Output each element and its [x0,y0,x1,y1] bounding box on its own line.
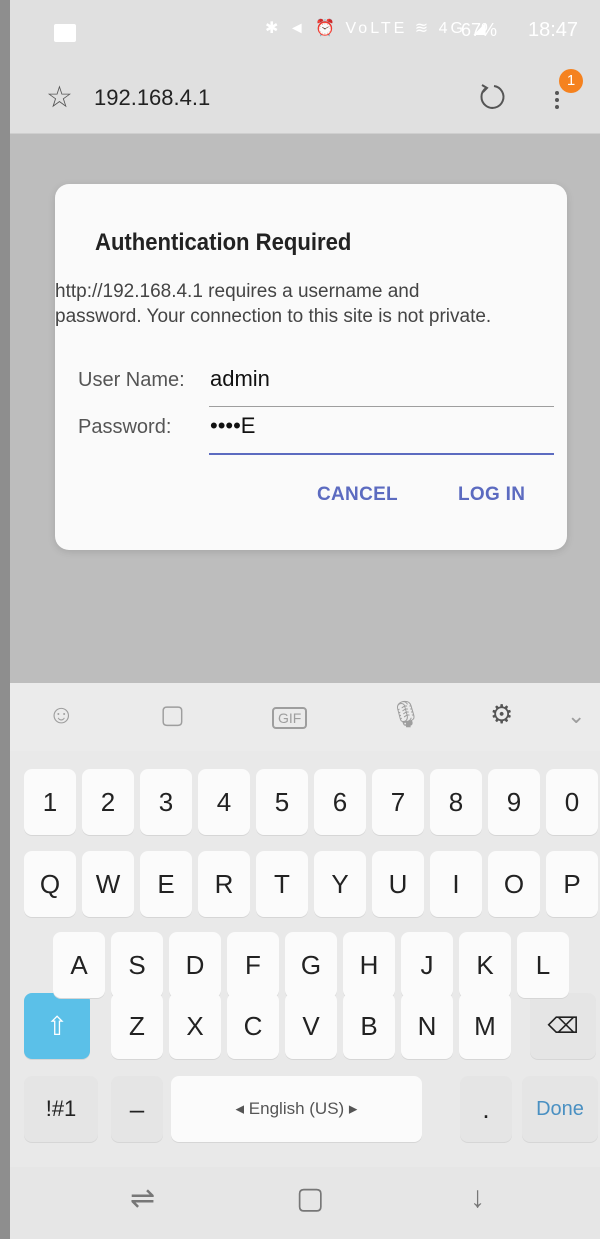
microphone-icon[interactable]: 🎙 [389,699,422,730]
login-button[interactable]: LOG IN [458,484,525,506]
key-6[interactable]: 6 [314,769,366,835]
auth-dialog: Authentication Required http://192.168.4… [55,184,567,550]
password-input[interactable]: ••••E [210,413,255,439]
username-underline [209,406,554,407]
key-e[interactable]: E [140,851,192,917]
address-bar[interactable]: ☆ 192.168.4.1 1 [10,68,600,132]
key-z[interactable]: Z [111,993,163,1059]
key-v[interactable]: V [285,993,337,1059]
username-label: User Name: [78,369,185,391]
period-key[interactable]: . [460,1076,512,1142]
key-i[interactable]: I [430,851,482,917]
key-r[interactable]: R [198,851,250,917]
collapse-chevron-icon[interactable]: ⌄ [567,703,585,729]
key-h[interactable]: H [343,932,395,998]
key-p[interactable]: P [546,851,598,917]
url-text[interactable]: 192.168.4.1 [94,85,210,111]
key-n[interactable]: N [401,993,453,1059]
symbols-key[interactable]: !#1 [24,1076,98,1142]
key-a[interactable]: A [53,932,105,998]
dialog-message: http://192.168.4.1 requires a username a… [55,281,492,327]
system-nav-bar: ⇌ ▢ ↓ [10,1167,600,1239]
key-3[interactable]: 3 [140,769,192,835]
key-w[interactable]: W [82,851,134,917]
password-label: Password: [78,416,172,438]
cancel-button[interactable]: CANCEL [317,484,398,506]
status-bar: ✱ ◄ ⏰ VoLTE ≋ 4G ◢ 67% 18:47 [10,0,600,68]
key-7[interactable]: 7 [372,769,424,835]
space-bar-label: ◂ English (US) ▸ [235,1099,358,1118]
key-q[interactable]: Q [24,851,76,917]
key-k[interactable]: K [459,932,511,998]
clock: 18:47 [528,19,579,41]
key-g[interactable]: G [285,932,337,998]
key-t[interactable]: T [256,851,308,917]
username-input[interactable]: admin [210,366,270,392]
home-icon[interactable]: ▢ [296,1181,324,1216]
key-j[interactable]: J [401,932,453,998]
overflow-menu-icon[interactable] [554,88,560,118]
key-l[interactable]: L [517,932,569,998]
space-bar[interactable]: ◂ English (US) ▸ [171,1076,422,1142]
key-8[interactable]: 8 [430,769,482,835]
key-y[interactable]: Y [314,851,366,917]
settings-gear-icon[interactable]: ⚙ [490,699,513,730]
status-icons: ✱ ◄ ⏰ VoLTE ≋ 4G ◢ [265,20,489,37]
battery-level: 67% [461,20,498,40]
key-f[interactable]: F [227,932,279,998]
key-o[interactable]: O [488,851,540,917]
key-s[interactable]: S [111,932,163,998]
key-x[interactable]: X [169,993,221,1059]
key-2[interactable]: 2 [82,769,134,835]
reload-icon[interactable] [477,82,507,112]
key-b[interactable]: B [343,993,395,1059]
key-0[interactable]: 0 [546,769,598,835]
key-5[interactable]: 5 [256,769,308,835]
backspace-key[interactable]: ⌫ [530,993,596,1059]
screen-edge [0,0,10,1239]
key-d[interactable]: D [169,932,221,998]
key-4[interactable]: 4 [198,769,250,835]
dash-key[interactable]: – [111,1076,163,1142]
keyboard-toolbar: ☺ ▢ GIF 🎙 ⚙ ⌄ [10,683,600,751]
dialog-title: Authentication Required [95,229,352,256]
browser-top-bar: ✱ ◄ ⏰ VoLTE ≋ 4G ◢ 67% 18:47 ☆ 192.168.4… [10,0,600,134]
image-notification-icon [54,24,76,42]
sticker-icon[interactable]: ▢ [160,699,185,730]
bookmark-star-icon[interactable]: ☆ [46,80,73,115]
password-underline [209,453,554,455]
key-m[interactable]: M [459,993,511,1059]
key-c[interactable]: C [227,993,279,1059]
key-1[interactable]: 1 [24,769,76,835]
recent-apps-icon[interactable]: ⇌ [130,1181,155,1216]
back-icon[interactable]: ↓ [470,1181,485,1215]
gif-icon[interactable]: GIF [272,707,308,729]
on-screen-keyboard: ☺ ▢ GIF 🎙 ⚙ ⌄ ⇧ ⌫ !#1 – ◂ English (US) ▸… [10,683,600,1167]
key-9[interactable]: 9 [488,769,540,835]
key-u[interactable]: U [372,851,424,917]
done-key[interactable]: Done [522,1076,598,1142]
notification-badge: 1 [559,69,583,93]
shift-key[interactable]: ⇧ [24,993,90,1059]
emoji-icon[interactable]: ☺ [48,699,75,730]
